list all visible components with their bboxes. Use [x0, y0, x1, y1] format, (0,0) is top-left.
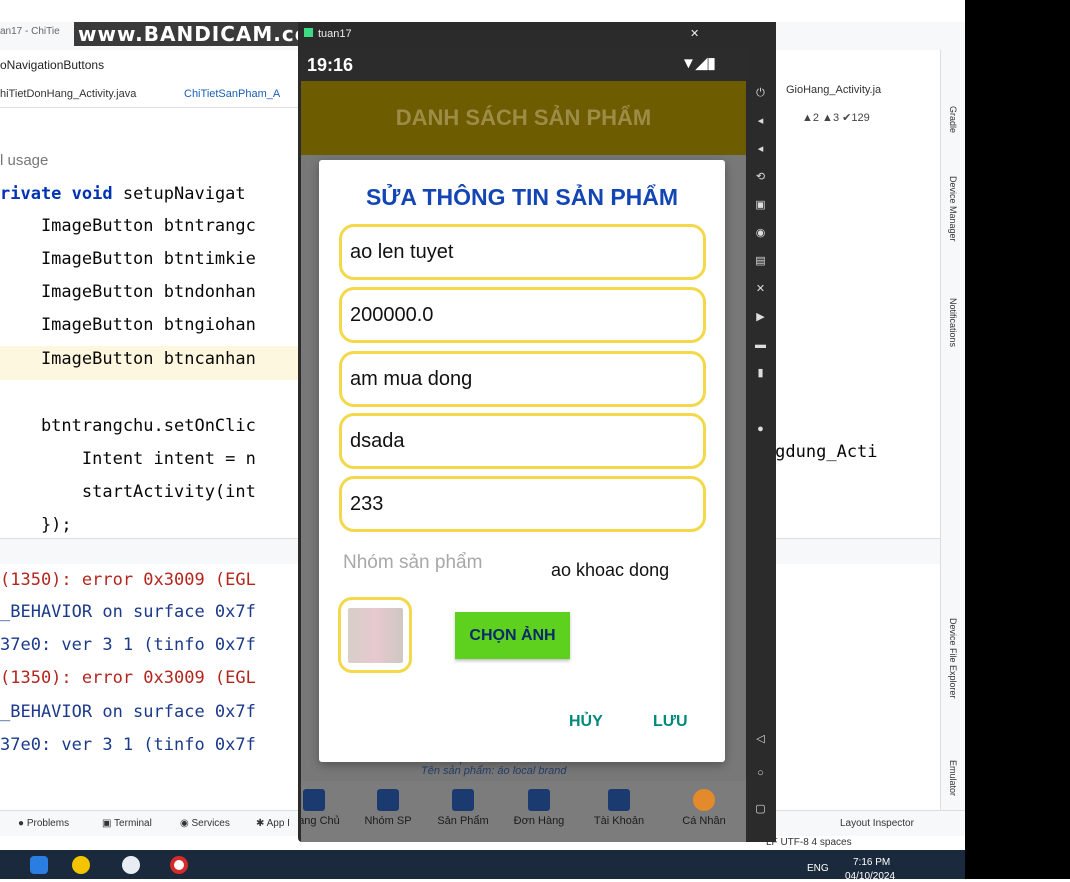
log-line: 37e0: ver 3 1 (tinfo 0x7f: [0, 735, 256, 755]
top-strip: [0, 0, 965, 22]
product-quantity-field[interactable]: 233: [339, 476, 706, 532]
home-icon: [303, 789, 325, 811]
code-line: ImageButton btndonhan: [0, 282, 256, 302]
log-line: (1350): error 0x3009 (EGL: [0, 570, 256, 590]
record-screen-icon[interactable]: ▶: [754, 312, 767, 323]
language-indicator: ENG: [807, 863, 829, 874]
phone-time: 19:16: [307, 55, 354, 75]
emulator-tab[interactable]: tuan17: [318, 28, 352, 40]
bottom-nav: Trang Chủ Nhóm SP Sản Phẩm Đơn Hàng Tài …: [301, 781, 746, 842]
back-icon-side[interactable]: ✕: [754, 284, 767, 295]
screenshot-icon[interactable]: ▣: [754, 200, 767, 211]
code-line: });: [0, 515, 72, 535]
device-manager-panel[interactable]: Device Manager: [948, 176, 958, 242]
services-tab[interactable]: ◉ Services: [180, 818, 230, 829]
nav-account[interactable]: Tài Khoản: [584, 789, 654, 827]
emulator-panel[interactable]: Emulator: [948, 760, 958, 796]
product-image[interactable]: [338, 597, 412, 673]
power-icon[interactable]: ⏻: [754, 88, 767, 99]
location-icon[interactable]: ●: [754, 424, 767, 435]
log-line: 37e0: ver 3 1 (tinfo 0x7f: [0, 635, 256, 655]
usage-hint[interactable]: l usage: [0, 152, 48, 169]
group-icon: [377, 789, 399, 811]
tab-chitietdonhang[interactable]: hiTietDonHang_Activity.java: [0, 88, 136, 100]
breadcrumb[interactable]: oNavigationButtons: [0, 58, 104, 72]
status-bar: LF UTF-8 4 spaces: [754, 836, 965, 850]
app-icon[interactable]: [72, 856, 90, 874]
problems-tab[interactable]: ● Problems: [18, 818, 69, 829]
gradle-panel[interactable]: Gradle: [948, 106, 958, 133]
image-thumbnail: [348, 608, 403, 663]
volume-down-icon[interactable]: ◂: [754, 144, 767, 155]
nav-profile[interactable]: Cá Nhân: [669, 789, 739, 827]
tab-chitietsanpham[interactable]: ChiTietSanPham_A: [184, 88, 280, 100]
code-line: rivate void setupNavigat: [0, 184, 246, 204]
nav-home-icon[interactable]: ○: [754, 768, 767, 779]
nav-back-icon[interactable]: ◁: [754, 734, 767, 745]
code-line: ImageButton btncanhan: [0, 349, 256, 369]
shirt-icon: [452, 789, 474, 811]
nav-products[interactable]: Sản Phẩm: [428, 789, 498, 827]
device-file-explorer-panel[interactable]: Device File Explorer: [948, 618, 958, 699]
clock-time: 7:16 PM: [853, 857, 891, 868]
choose-image-button[interactable]: CHỌN ẢNH: [455, 612, 570, 659]
save-button[interactable]: LƯU: [653, 713, 688, 731]
code-line: ImageButton btntimkie: [0, 249, 256, 269]
emulator-controls: ⏻ ◂ ◂ ⟲ ▣ ◉ ▤ ✕ ▶ ▬ ▮ ● ◁ ○ ▢: [746, 48, 776, 842]
editor-tabs: hiTietDonHang_Activity.java ChiTietSanPh…: [0, 82, 300, 108]
account-icon: [608, 789, 630, 811]
right-tool-strip: Gradle Device Manager Notifications Devi…: [940, 50, 965, 810]
extended-icon[interactable]: ▬: [754, 340, 767, 351]
close-icon[interactable]: ✕: [690, 27, 699, 40]
layout-inspector-tab[interactable]: Layout Inspector: [840, 818, 914, 829]
clock-date: 04/10/2024: [845, 871, 896, 882]
app-title: DANH SÁCH SẢN PHẨM: [301, 81, 746, 155]
product-name-field[interactable]: ao len tuyet: [339, 224, 706, 280]
ide-project-title: an17 - ChiTie: [0, 26, 60, 37]
emulator-header: tuan17 ✕: [298, 22, 776, 48]
phone-status-bar: 19:16 ▼◢▮: [301, 49, 746, 81]
android-icon: [304, 28, 313, 37]
volume-up-icon[interactable]: ◂: [754, 116, 767, 127]
profile-icon: [693, 789, 715, 811]
nav-orders[interactable]: Đơn Hàng: [504, 789, 574, 827]
encoding-status[interactable]: LF UTF-8 4 spaces: [766, 837, 852, 848]
app-inspection-tab[interactable]: ✱ App I: [256, 818, 290, 829]
product-detail-field[interactable]: dsada: [339, 413, 706, 469]
start-icon[interactable]: [30, 856, 48, 874]
zoom-icon[interactable]: ▤: [754, 256, 767, 267]
folder-icon[interactable]: ▮: [754, 368, 767, 379]
inspection-counts[interactable]: ▲2 ▲3 ✔129: [802, 111, 870, 124]
outside-area: [965, 0, 1070, 879]
log-line: _BEHAVIOR on surface 0x7f: [0, 602, 256, 622]
group-label: Nhóm sản phẩm: [343, 552, 483, 573]
edit-product-dialog: SỬA THÔNG TIN SẢN PHẨM ao len tuyet 2000…: [319, 160, 725, 762]
bandicam-watermark: www.BANDICAM.com: [74, 22, 336, 46]
code-line: Intent intent = n: [0, 449, 256, 469]
log-line: (1350): error 0x3009 (EGL: [0, 668, 256, 688]
nav-recents-icon[interactable]: ▢: [754, 804, 767, 815]
group-spinner[interactable]: ao khoac dong: [551, 560, 669, 581]
rotate-icon[interactable]: ⟲: [754, 172, 767, 183]
log-line: _BEHAVIOR on surface 0x7f: [0, 702, 256, 722]
orders-icon: [528, 789, 550, 811]
code-line: btntrangchu.setOnClic: [0, 416, 256, 436]
signal-battery-icon: ▼◢▮: [681, 55, 716, 72]
nav-home[interactable]: Trang Chủ: [301, 789, 349, 827]
code-line: startActivity(int: [0, 482, 256, 502]
record-icon[interactable]: [170, 856, 188, 874]
product-price-field[interactable]: 200000.0: [339, 287, 706, 343]
camera-icon[interactable]: ◉: [754, 228, 767, 239]
code-line: ImageButton btntrangc: [0, 216, 256, 236]
tab-giohang[interactable]: GioHang_Activity.ja: [786, 84, 881, 96]
code-line: ImageButton btngiohan: [0, 315, 256, 335]
nav-group[interactable]: Nhóm SP: [353, 789, 423, 827]
product-description-field[interactable]: am mua dong: [339, 351, 706, 407]
cancel-button[interactable]: HỦY: [569, 713, 603, 731]
notifications-panel[interactable]: Notifications: [948, 298, 958, 347]
chrome-icon[interactable]: [122, 856, 140, 874]
terminal-tab[interactable]: ▣ Terminal: [102, 818, 152, 829]
dialog-title: SỬA THÔNG TIN SẢN PHẨM: [365, 184, 679, 210]
